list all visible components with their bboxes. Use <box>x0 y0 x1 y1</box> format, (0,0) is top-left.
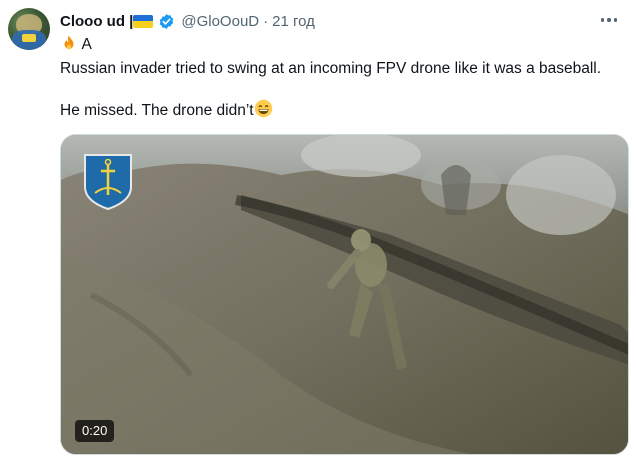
navy-anchor-emblem <box>84 154 132 211</box>
text-segment: A <box>78 36 96 53</box>
russia-flag-icon <box>95 38 114 51</box>
more-options-button[interactable] <box>595 9 623 31</box>
video-duration-badge: 0:20 <box>75 420 115 442</box>
more-dot-icon <box>613 18 618 22</box>
text-segment: Russian invader tried to swing at an inc… <box>60 60 602 77</box>
tweet-text: A Russian invader tried to swing at an i… <box>60 33 620 123</box>
tweet-card[interactable]: Clooo ud | @GloOouD · 21 год A Russian i… <box>0 0 637 461</box>
author-name[interactable]: Clooo ud | <box>60 13 133 30</box>
grinning-face-icon <box>254 99 272 118</box>
more-dot-icon <box>600 18 605 22</box>
fire-icon <box>64 35 74 50</box>
more-dot-icon <box>607 18 611 22</box>
author-handle[interactable]: @GloOouD <box>181 13 259 30</box>
text-segment: He missed. The drone didn’t <box>60 102 254 119</box>
avatar[interactable] <box>8 8 50 50</box>
verified-badge-icon <box>160 13 174 29</box>
video-frame <box>61 135 628 454</box>
tweet-header: Clooo ud | @GloOouD · 21 год <box>60 10 315 32</box>
timestamp[interactable]: 21 год <box>272 13 315 30</box>
ukraine-flag-icon <box>133 14 154 28</box>
separator-dot: · <box>263 12 269 30</box>
video-player[interactable]: 0:20 <box>60 134 629 455</box>
